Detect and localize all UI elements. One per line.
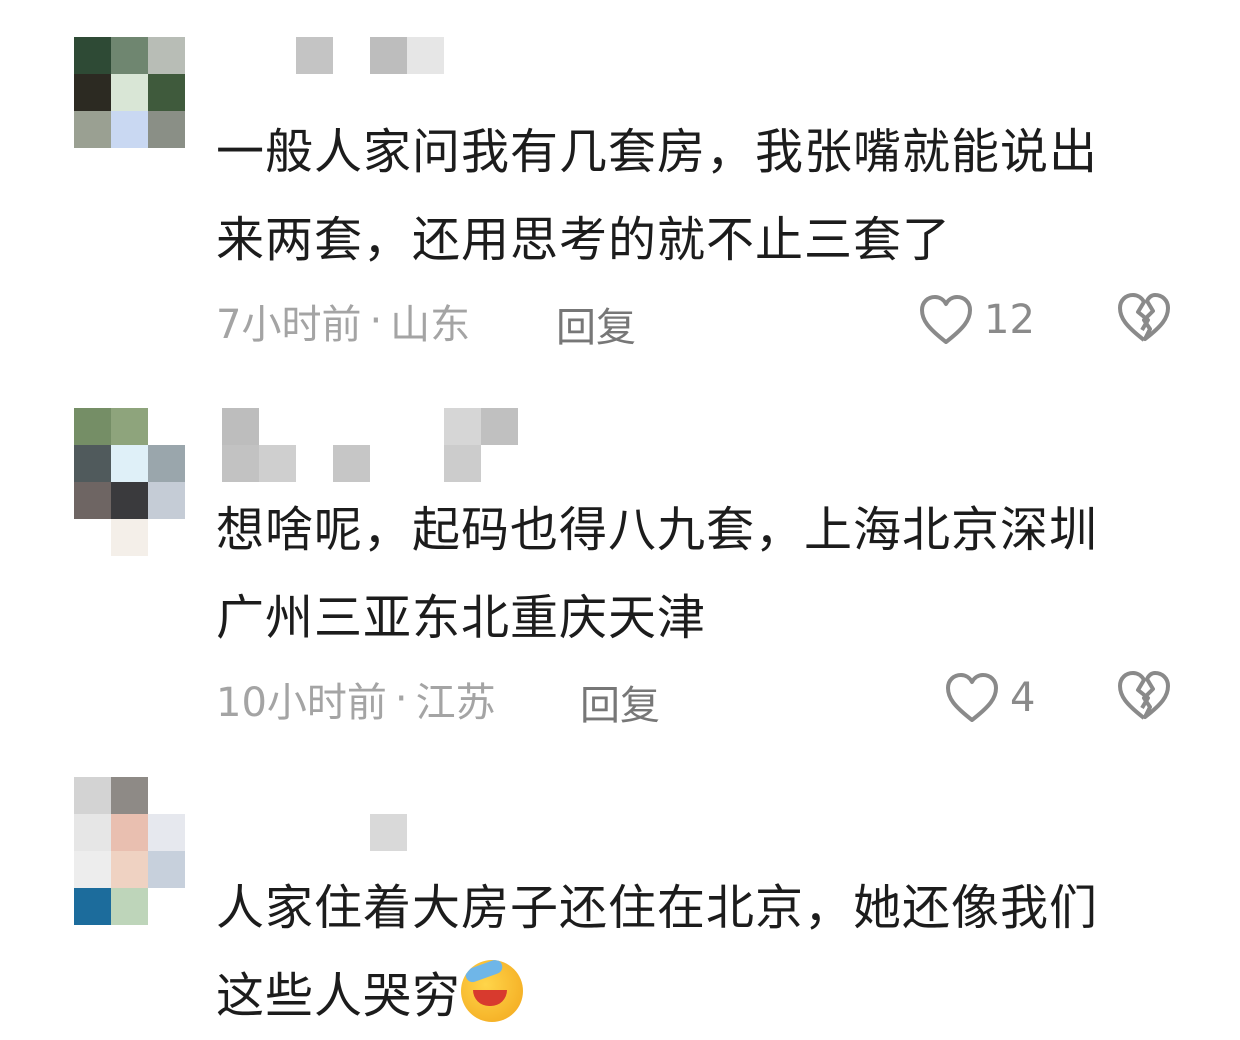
heart-outline-icon bbox=[944, 672, 1000, 724]
timestamp: 7小时前 bbox=[216, 302, 362, 348]
like-button[interactable]: 12 bbox=[918, 292, 1035, 348]
like-count: 12 bbox=[984, 297, 1035, 343]
comment-item: 一般人家问我有几套房，我张嘴就能说出 来两套，还用思考的就不止三套了 7小时前 … bbox=[0, 0, 1240, 380]
comment-text-line: 来两套，还用思考的就不止三套了 bbox=[216, 212, 952, 268]
comment-text: 人家住着大房子还住在北京，她还像我们 这些人哭穷 bbox=[216, 864, 1176, 1040]
comment-item: 人家住着大房子还住在北京，她还像我们 这些人哭穷 bbox=[0, 760, 1240, 1024]
like-count: 4 bbox=[1010, 675, 1036, 721]
avatar[interactable] bbox=[74, 37, 185, 148]
separator-dot: · bbox=[369, 298, 383, 344]
avatar[interactable] bbox=[74, 777, 185, 925]
broken-heart-icon bbox=[1116, 671, 1172, 726]
comment-text-line: 一般人家问我有几套房，我张嘴就能说出 bbox=[216, 124, 1099, 180]
reply-button[interactable]: 回复 bbox=[556, 295, 636, 353]
dislike-button[interactable] bbox=[1116, 292, 1172, 348]
comment-meta: 7小时前 · 山东 bbox=[216, 293, 470, 349]
comment-text-line: 人家住着大房子还住在北京，她还像我们 bbox=[216, 880, 1099, 936]
reply-button[interactable]: 回复 bbox=[580, 673, 660, 731]
heart-outline-icon bbox=[918, 294, 974, 346]
username-obscured[interactable] bbox=[222, 37, 522, 111]
comment-meta: 10小时前 · 江苏 bbox=[216, 671, 496, 727]
username-obscured[interactable] bbox=[222, 408, 522, 482]
avatar[interactable] bbox=[74, 408, 185, 556]
broken-heart-icon bbox=[1116, 293, 1172, 348]
comment-item: 想啥呢，起码也得八九套，上海北京深圳 广州三亚东北重庆天津 10小时前 · 江苏… bbox=[0, 380, 1240, 760]
crying-face-emoji-icon bbox=[461, 960, 524, 1022]
dislike-button[interactable] bbox=[1116, 670, 1172, 726]
comment-text-fragment: 这些人哭穷 bbox=[216, 968, 462, 1024]
location: 江苏 bbox=[415, 680, 496, 726]
like-button[interactable]: 4 bbox=[944, 670, 1035, 726]
comment-text: 想啥呢，起码也得八九套，上海北京深圳 广州三亚东北重庆天津 bbox=[216, 486, 1176, 662]
comment-text-line: 想啥呢，起码也得八九套，上海北京深圳 bbox=[216, 502, 1099, 558]
timestamp: 10小时前 bbox=[216, 680, 387, 726]
separator-dot: · bbox=[394, 676, 408, 722]
comment-text: 一般人家问我有几套房，我张嘴就能说出 来两套，还用思考的就不止三套了 bbox=[216, 108, 1176, 284]
comment-text-line: 广州三亚东北重庆天津 bbox=[216, 590, 707, 646]
comment-text-line: 这些人哭穷 bbox=[216, 952, 1176, 1040]
location: 山东 bbox=[390, 302, 471, 348]
